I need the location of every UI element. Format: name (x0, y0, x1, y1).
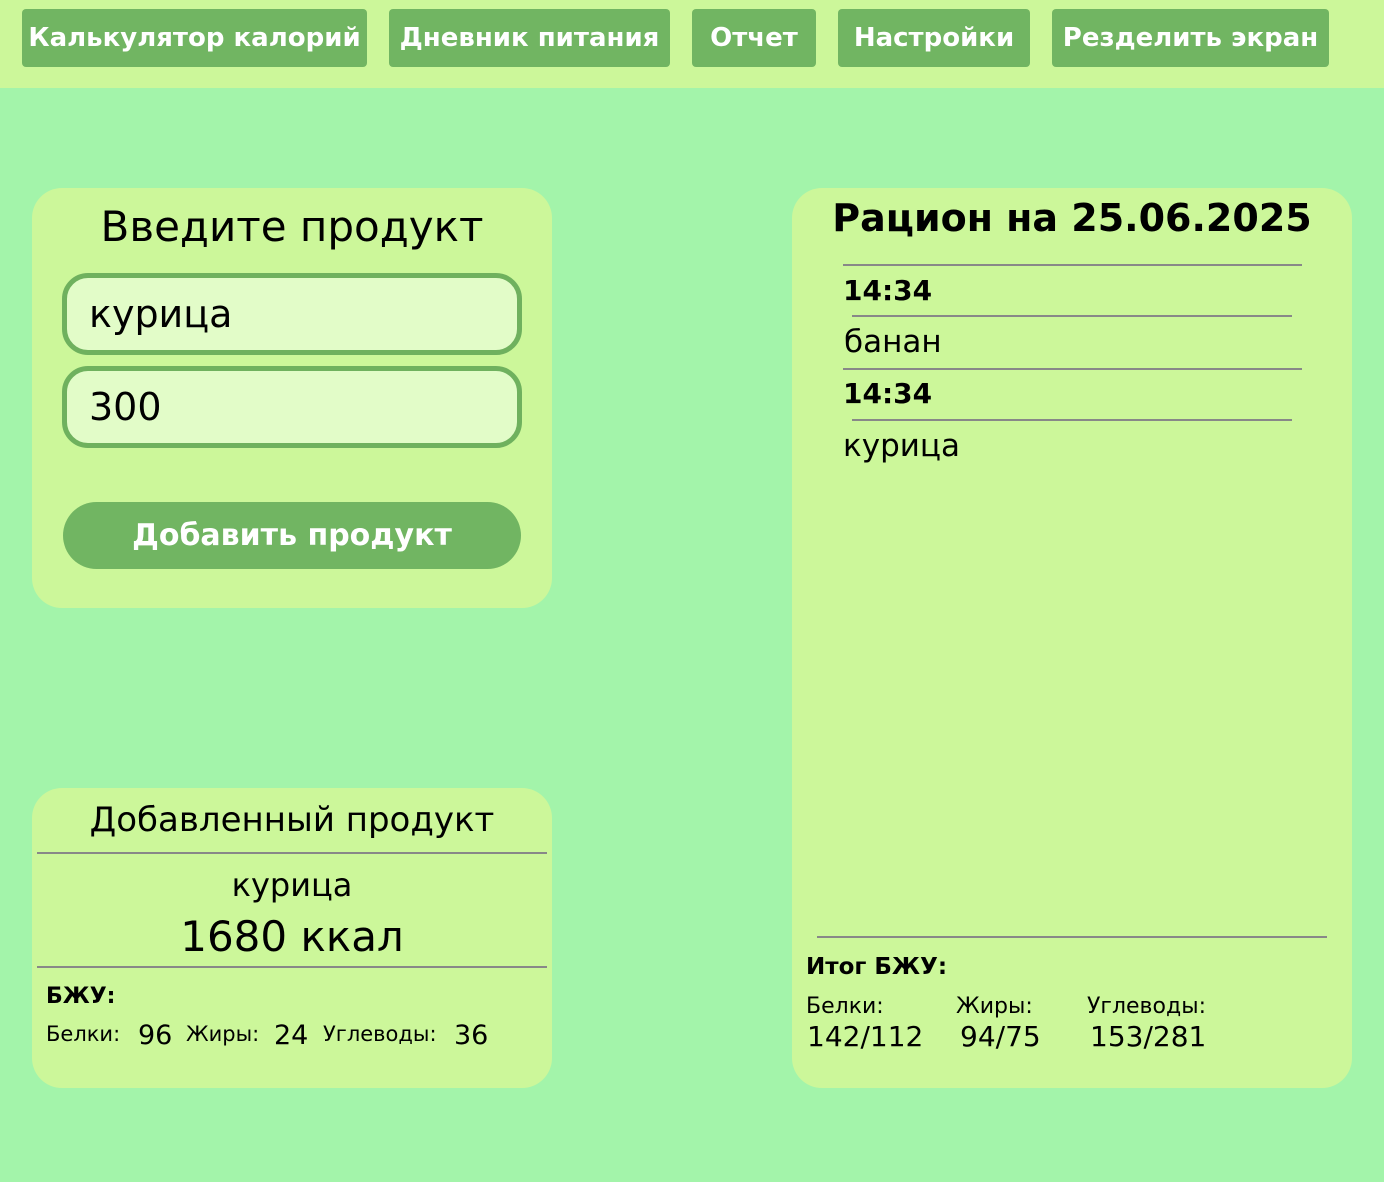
added-product-title: Добавленный продукт (89, 800, 495, 840)
added-proteins-value: 96 (138, 1020, 173, 1051)
added-product-divider-top (37, 852, 547, 854)
ration-total-label: Итог БЖУ: (806, 954, 948, 980)
product-input-title: Введите продукт (100, 202, 484, 251)
top-navigation-bar: Калькулятор калорий Дневник питания Отче… (0, 0, 1384, 88)
added-product-calories: 1680 ккал (180, 912, 404, 961)
ration-proteins-label: Белки: (806, 994, 884, 1019)
ration-fats-value: 94/75 (960, 1020, 1041, 1053)
ration-entry-time: 14:34 (843, 274, 933, 307)
ration-entry-product[interactable]: банан (844, 324, 942, 360)
nav-split-screen-button[interactable]: Резделить экран (1052, 9, 1329, 67)
ration-card (792, 188, 1352, 1088)
ration-divider (852, 315, 1292, 317)
nav-settings-button[interactable]: Настройки (838, 9, 1030, 67)
ration-fats-label: Жиры: (956, 994, 1033, 1019)
add-product-button[interactable]: Добавить продукт (63, 502, 521, 569)
product-name-input[interactable] (62, 273, 522, 355)
ration-carbs-value: 153/281 (1090, 1020, 1207, 1053)
added-product-bju-label: БЖУ: (46, 984, 116, 1009)
ration-divider (843, 264, 1302, 266)
ration-title: Рацион на 25.06.2025 (832, 196, 1312, 240)
ration-divider (843, 368, 1302, 370)
added-product-name: курица (231, 866, 353, 904)
added-fats-label: Жиры: (186, 1022, 260, 1046)
added-product-divider-bottom (37, 966, 547, 968)
ration-carbs-label: Углеводы: (1087, 994, 1206, 1019)
added-carbs-label: Углеводы: (323, 1022, 437, 1046)
nav-food-diary-button[interactable]: Дневник питания (389, 9, 670, 67)
added-proteins-label: Белки: (46, 1022, 121, 1046)
product-amount-input[interactable] (62, 366, 522, 448)
added-carbs-value: 36 (454, 1020, 489, 1051)
ration-divider (852, 419, 1292, 421)
ration-entry-time: 14:34 (843, 377, 933, 410)
added-fats-value: 24 (274, 1020, 309, 1051)
ration-proteins-value: 142/112 (807, 1020, 924, 1053)
nav-calorie-calculator-button[interactable]: Калькулятор калорий (22, 9, 367, 67)
ration-entry-product[interactable]: курица (843, 428, 960, 464)
ration-total-divider (817, 936, 1327, 938)
nav-report-button[interactable]: Отчет (692, 9, 816, 67)
